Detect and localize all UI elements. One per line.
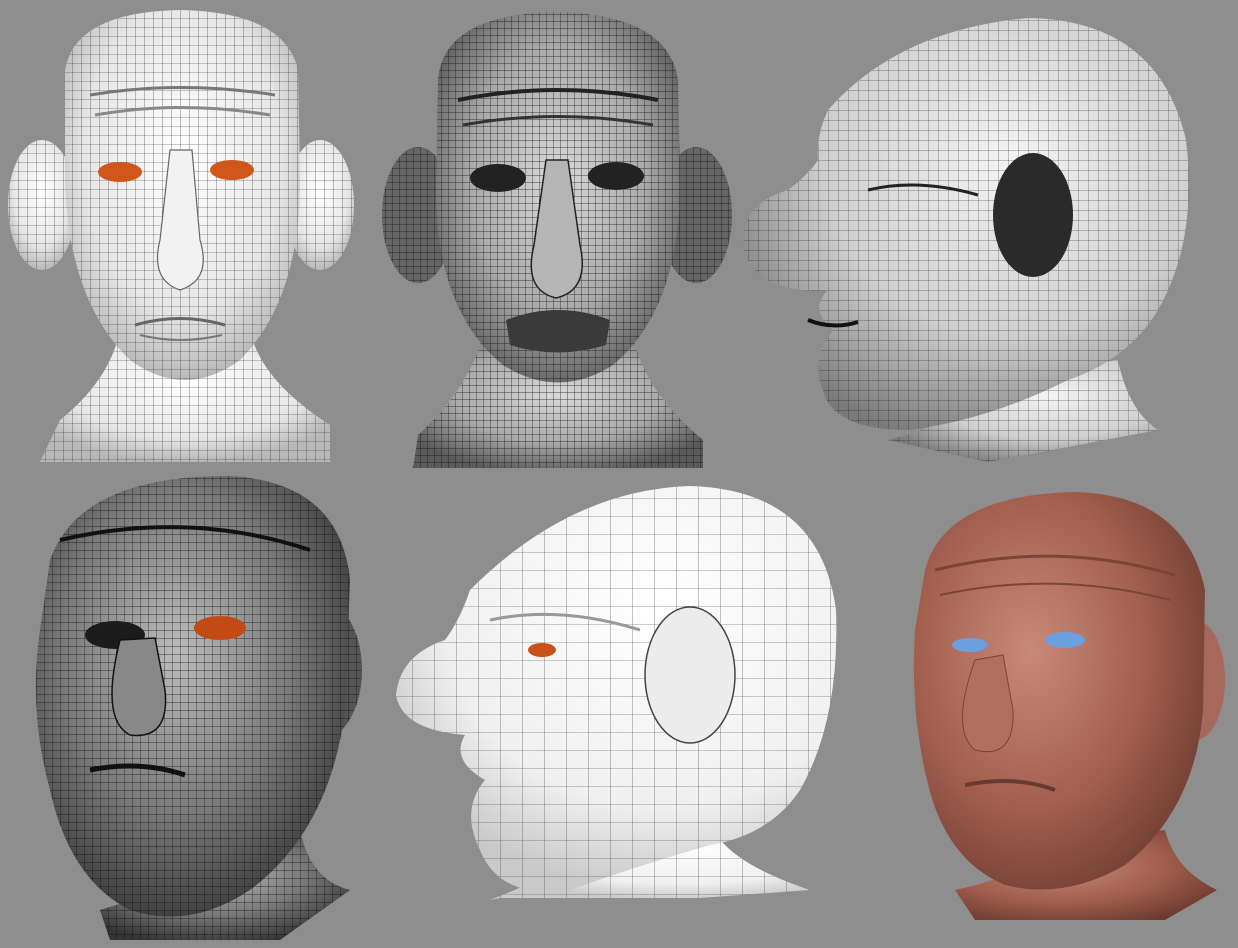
render-three-quarter-dark-wire xyxy=(20,470,370,945)
render-front-white-wire xyxy=(0,0,370,470)
eye-right-icon xyxy=(210,160,254,180)
eye-right-icon xyxy=(194,616,246,640)
render-front-dark-wire xyxy=(378,0,738,470)
render-side-white-coarse xyxy=(390,480,850,948)
head-side-gray xyxy=(743,18,1189,462)
render-side-gray-wire xyxy=(738,0,1198,470)
head-three-quarter-skin xyxy=(913,492,1225,920)
eye-left-icon xyxy=(98,162,142,182)
head-front-gray xyxy=(382,12,732,468)
render-board xyxy=(0,0,1238,948)
head-side-white xyxy=(396,486,837,900)
eye-right-icon xyxy=(588,162,644,190)
eye-right-icon xyxy=(1045,632,1085,648)
eye-icon xyxy=(528,643,556,657)
render-three-quarter-skin xyxy=(905,480,1225,925)
ear-icon xyxy=(644,606,736,744)
eye-left-icon xyxy=(470,164,526,192)
eye-left-icon xyxy=(952,638,988,652)
ear-icon xyxy=(993,153,1073,277)
head-front-white xyxy=(8,10,354,462)
head-three-quarter-dark xyxy=(35,475,362,940)
